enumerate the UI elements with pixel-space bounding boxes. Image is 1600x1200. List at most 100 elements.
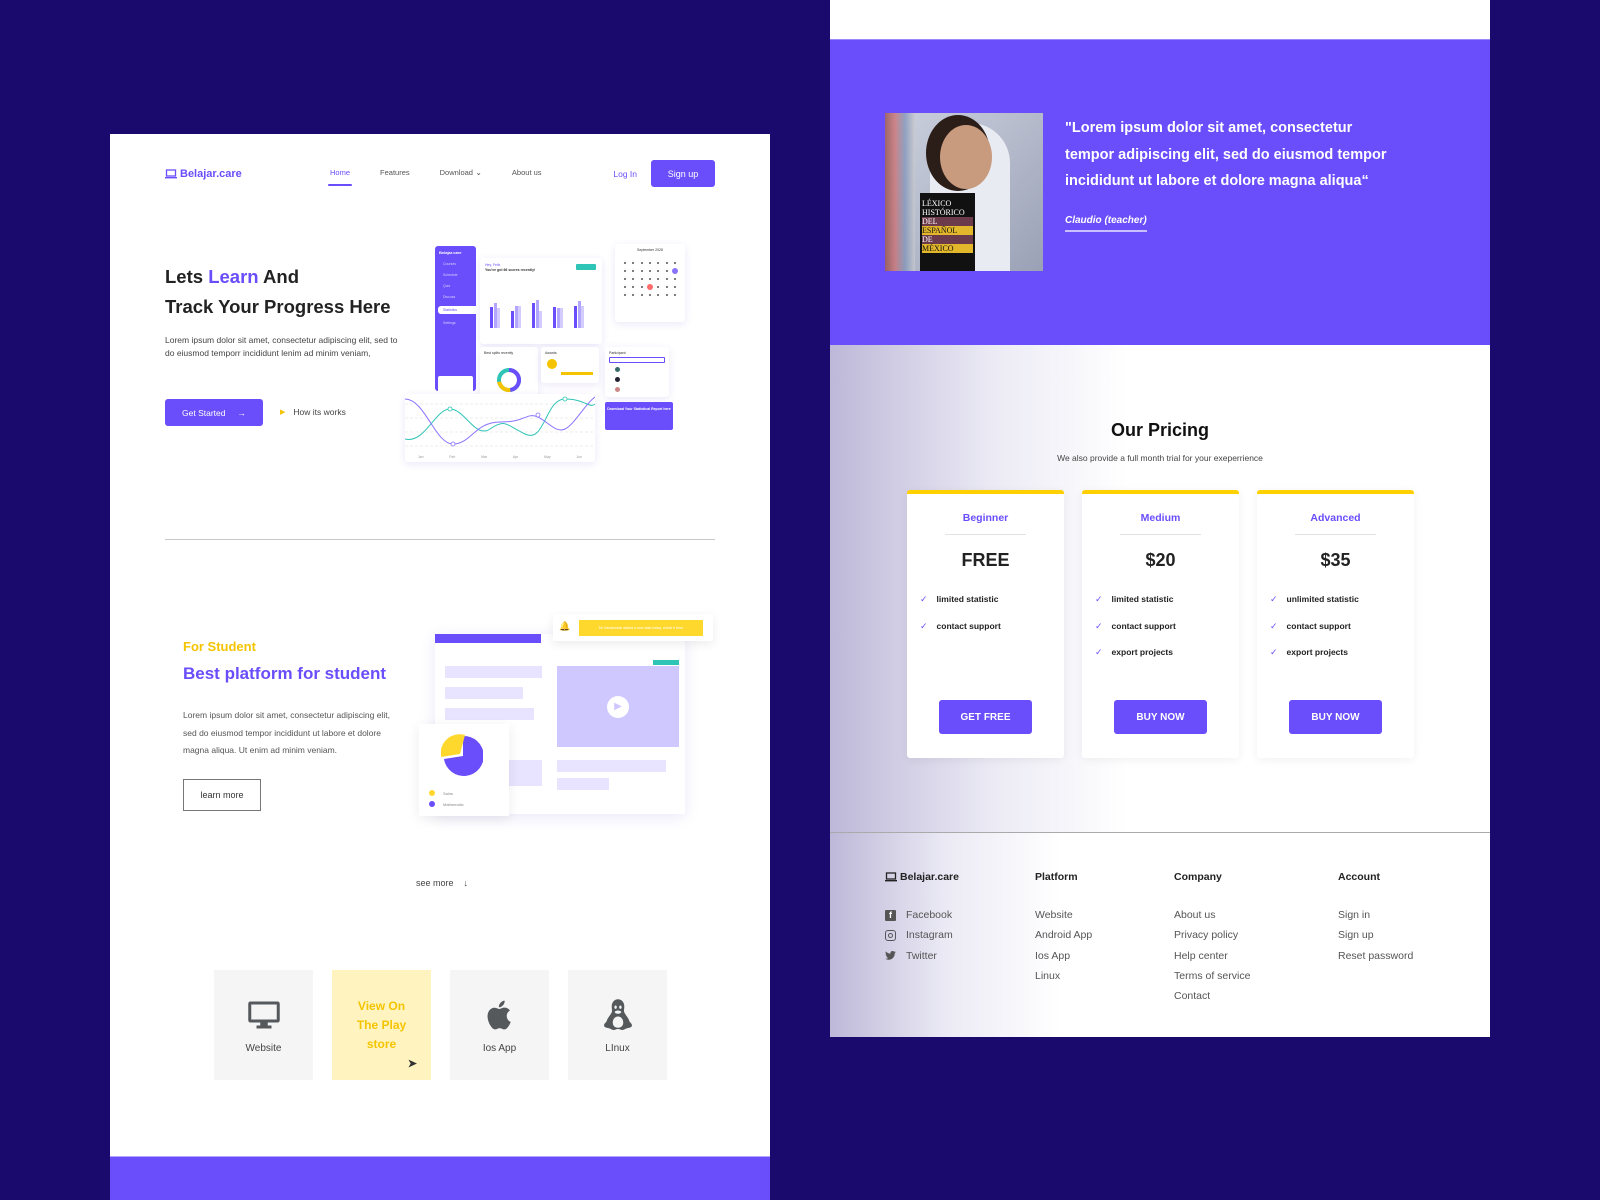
footer-link[interactable]: Ios App <box>1035 946 1092 966</box>
plan-price: $20 <box>1145 550 1176 570</box>
footer-social-instagram[interactable]: Instagram <box>885 925 959 945</box>
mock-calendar-day <box>640 294 643 296</box>
arrow-right-icon: → <box>237 407 246 418</box>
get-started-button[interactable]: Get Started → <box>165 399 263 426</box>
nav-features[interactable]: Features <box>380 168 410 177</box>
feature-label: contact support <box>936 620 1001 631</box>
see-more-link[interactable]: see more ↓ <box>416 878 468 888</box>
mock-donut-chart <box>497 368 521 392</box>
buy-now-button-advanced[interactable]: BUY NOW <box>1289 700 1382 734</box>
footer: Belajar.care f Facebook Instagram Twitter… <box>830 832 1490 1037</box>
twitter-icon <box>885 950 896 961</box>
nav-home[interactable]: Home <box>327 168 353 186</box>
feature-label: contact support <box>1111 620 1176 631</box>
mock-calendar-day <box>657 262 660 264</box>
legend-swatch <box>429 790 435 796</box>
footer-column-platform: Platform Website Android App Ios App Lin… <box>1035 871 1092 986</box>
dashboard-illustration: Belajar.care Courses Schedule Quiz Discu… <box>404 244 695 464</box>
monitor-icon <box>247 1001 280 1028</box>
how-it-works-label: How its works <box>293 407 346 417</box>
footer-social-twitter[interactable]: Twitter <box>885 946 959 966</box>
footer-link[interactable]: Linux <box>1035 966 1092 986</box>
mock-sidebar: Belajar.care Courses Schedule Quiz Discu… <box>435 246 476 391</box>
check-icon: ✓ <box>1095 620 1103 631</box>
mock-bar <box>518 305 521 328</box>
mock-greeting: Hey, Felix <box>485 263 501 267</box>
buy-now-button-medium[interactable]: BUY NOW <box>1114 700 1207 734</box>
notification-text: Mr Sarwendah added a new task today, che… <box>579 620 703 636</box>
hero-title-suffix: And <box>258 266 299 287</box>
mock-month-label: Jun <box>576 455 583 459</box>
mock-calendar-day <box>657 270 660 272</box>
footer-link[interactable]: Terms of service <box>1174 966 1250 986</box>
how-it-works-link[interactable]: ▶ How its works <box>280 407 346 417</box>
brand-logo[interactable]: Belajar.care <box>165 168 242 180</box>
footer-link[interactable]: About us <box>1174 905 1250 925</box>
legend-label: Sains <box>443 790 454 796</box>
legend-item: Sains <box>429 790 453 796</box>
learn-more-button[interactable]: learn more <box>183 779 261 811</box>
top-nav: Belajar.care Home Features Download Abou… <box>165 159 715 189</box>
footer-link[interactable]: Sign up <box>1338 925 1413 945</box>
plan-tier: Beginner <box>962 512 1009 524</box>
mock-calendar-day <box>648 294 651 296</box>
laptop-icon <box>165 169 177 179</box>
mock-line <box>445 687 523 699</box>
mock-line <box>445 708 534 720</box>
footer-link[interactable]: Reset password <box>1338 946 1413 966</box>
notification-toast: 🔔 Mr Sarwendah added a new task today, c… <box>553 614 713 641</box>
see-more-label: see more <box>416 878 454 888</box>
footer-link[interactable]: Privacy policy <box>1174 925 1250 945</box>
mock-calendar-title: September 2028 <box>637 248 663 252</box>
mock-calendar-day <box>657 278 660 280</box>
footer-link[interactable]: Sign in <box>1338 905 1413 925</box>
pricing-subtitle: We also provide a full month trial for y… <box>1057 453 1263 463</box>
book-line: ESPAÑOL <box>922 226 973 235</box>
nav-about[interactable]: About us <box>512 168 542 177</box>
hero-title-line2: Track Your Progress Here <box>165 296 391 317</box>
mock-brand: Belajar.care <box>439 250 462 255</box>
mock-line <box>557 778 609 790</box>
mock-sidebar-item: Settings <box>443 321 456 325</box>
footer-brand[interactable]: Belajar.care <box>885 871 959 883</box>
plan-feature: ✓ export projects <box>1095 647 1176 674</box>
platform-tile-linux[interactable]: LInux <box>568 970 667 1080</box>
mock-scores-card: Hey, Felix You've got 66 scores recently… <box>480 258 602 344</box>
pricing-section: Our Pricing We also provide a full month… <box>830 345 1490 832</box>
feature-label: contact support <box>1286 620 1351 631</box>
laptop-icon <box>885 872 897 882</box>
nav-download-dropdown[interactable]: Download <box>440 168 482 177</box>
mock-calendar-day <box>665 294 668 296</box>
instagram-lens <box>888 932 893 938</box>
mock-splits-card: Best splits recently <box>480 347 538 399</box>
mock-participant-title: Participant <box>609 351 626 355</box>
get-free-button[interactable]: GET FREE <box>939 700 1032 734</box>
login-link[interactable]: Log In <box>613 169 637 179</box>
platform-tile-play-store[interactable]: View On The Play store ➤ <box>332 970 431 1080</box>
footer-link[interactable]: Android App <box>1035 925 1092 945</box>
mock-calendar-day <box>624 286 627 288</box>
platform-tile-website[interactable]: Website <box>214 970 313 1080</box>
pricing-title: Our Pricing <box>1110 420 1209 440</box>
arrow-down-icon: ↓ <box>463 878 469 888</box>
mock-bar <box>560 308 563 328</box>
check-icon: ✓ <box>1270 594 1278 604</box>
mock-calendar-day <box>673 294 676 296</box>
bell-icon: 🔔 <box>559 621 571 631</box>
signup-button[interactable]: Sign up <box>651 160 715 187</box>
apple-icon <box>487 1000 511 1029</box>
platform-tile-ios[interactable]: Ios App <box>450 970 549 1080</box>
check-icon: ✓ <box>1095 594 1103 604</box>
plan-price: $35 <box>1320 550 1351 570</box>
mock-line-chart-card: Jan Feb Mar Apr May Jun <box>404 394 596 462</box>
testimonial-section: LÉXICO HISTÓRICO DEL ESPAÑOL DE MÉXICO "… <box>830 39 1490 345</box>
testimonial-author[interactable]: Claudio (teacher) <box>1065 215 1147 232</box>
book-cover: LÉXICO HISTÓRICO DEL ESPAÑOL DE MÉXICO <box>920 193 975 271</box>
mock-bar <box>497 308 500 328</box>
footer-link[interactable]: Help center <box>1174 946 1250 966</box>
footer-link[interactable]: Website <box>1035 905 1092 925</box>
plan-price: FREE <box>961 550 1010 570</box>
footer-link[interactable]: Contact <box>1174 986 1250 1006</box>
mock-calendar-day <box>632 294 635 296</box>
footer-social-facebook[interactable]: f Facebook <box>885 905 959 925</box>
